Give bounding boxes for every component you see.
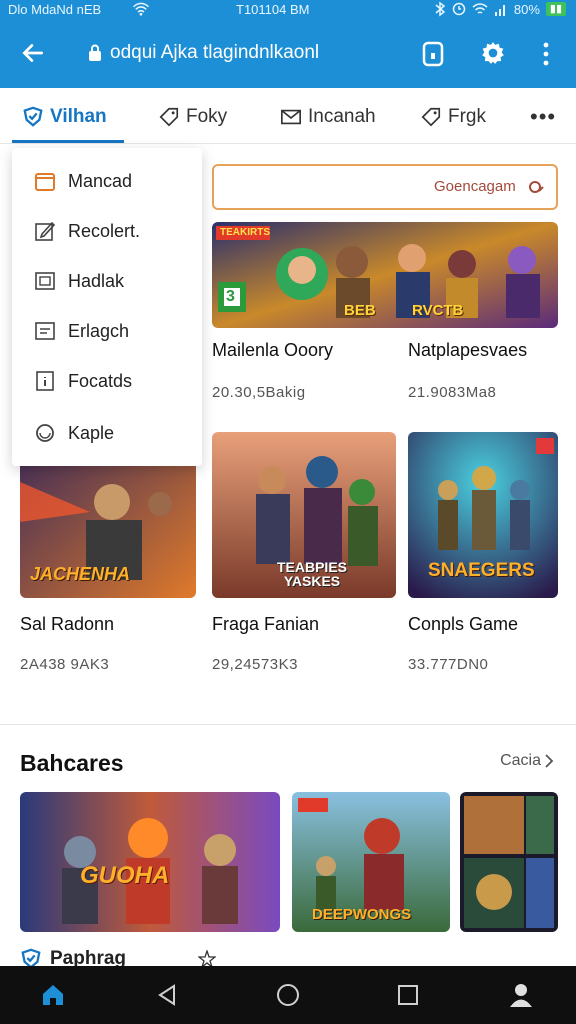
tab-incanah[interactable]: Incanah [280, 106, 376, 128]
section-art-image [460, 792, 558, 932]
menu-item-label: Hadlak [68, 270, 125, 291]
menu-item-erlagch[interactable]: Erlagch [12, 308, 202, 354]
battery-percent: 80% [513, 1, 540, 17]
menu-item-mancad[interactable]: Mancad [12, 158, 202, 204]
game-art-title: SNAEGERS [428, 560, 535, 581]
status-clock: T101104 BM [236, 2, 310, 17]
see-all-label: Cacia [500, 752, 541, 769]
menu-item-hadlak[interactable]: Hadlak [12, 258, 202, 304]
hero-game-art[interactable]: TEAKIRTS 3 [212, 222, 558, 328]
envelope-icon [281, 109, 301, 125]
menu-item-label: Erlagch [68, 320, 130, 341]
app-header: Dlo MdaNd nEB T101104 BM 80% ▮▮ odqui Aj… [0, 0, 576, 88]
section-title: Bahcares [20, 750, 124, 776]
game-meta: 29,24573K3 [212, 656, 298, 673]
tab-foky[interactable]: Foky [158, 106, 227, 128]
game-title[interactable]: Fraga Fanian [212, 614, 319, 635]
circle-icon [36, 424, 54, 442]
game-thumbnail[interactable]: SNAEGERS [408, 432, 558, 598]
game-meta: 33.777DN0 [408, 656, 489, 673]
game-thumbnail[interactable]: TEABPIES YASKES [212, 432, 396, 598]
game-meta: 21.9083Ma8 [408, 384, 497, 401]
tab-label: Vilhan [50, 106, 107, 127]
gear-icon[interactable] [480, 40, 506, 66]
tabs-more-icon[interactable]: ••• [530, 104, 556, 130]
hero-art-title-left: BEB [344, 302, 376, 319]
wifi-small-icon [472, 3, 488, 14]
menu-item-label: Mancad [68, 170, 133, 191]
menu-item-label: Recolert. [68, 220, 141, 241]
tab-vilhan[interactable]: Vilhan [22, 106, 107, 128]
shield-icon [23, 106, 43, 127]
menu-item-recolert[interactable]: Recolert. [12, 208, 202, 254]
see-all-link[interactable]: Cacia [500, 752, 554, 770]
game-title[interactable]: Conpls Game [408, 614, 518, 635]
menu-item-focatds[interactable]: Focatds [12, 358, 202, 404]
dropdown-menu: Mancad Recolert. Hadlak Erlagch Focatds … [12, 148, 202, 466]
status-carrier: Dlo MdaNd nEB [8, 2, 102, 17]
section-thumbnail[interactable]: DEEPWONGS [292, 792, 450, 932]
wifi-icon [132, 2, 150, 16]
section-thumbnail[interactable]: GUOHA [20, 792, 280, 932]
battery-icon: ▮▮ [545, 2, 566, 16]
recents-square-icon[interactable] [395, 982, 421, 1008]
chevron-right-icon [545, 754, 554, 768]
hero-age-rating: 3 [226, 288, 235, 305]
game-art-title: TEABPIES YASKES [276, 559, 347, 589]
game-title[interactable]: Natplapesvaes [408, 340, 527, 361]
image-icon [35, 272, 55, 290]
hero-art-title-right: RVCTB [412, 302, 464, 319]
tab-frgk[interactable]: Frgk [420, 106, 486, 128]
section-art-title: DEEPWONGS [312, 906, 412, 923]
game-meta: 20.30,5Bakig [212, 384, 306, 401]
active-tab-indicator [12, 140, 124, 143]
home-icon[interactable] [40, 982, 66, 1008]
tabs-icon[interactable] [422, 40, 444, 68]
menu-item-label: Kaple [68, 422, 115, 443]
game-meta: 2A438 9AK3 [20, 656, 110, 673]
hero-badge-text: TEAKIRTS [220, 227, 270, 238]
tab-label: Frgk [448, 106, 486, 127]
back-arrow-icon[interactable] [20, 40, 46, 66]
overflow-menu-icon[interactable] [542, 42, 550, 66]
bluetooth-icon [435, 1, 446, 17]
lock-icon [89, 44, 101, 61]
address-text: odqui Ajka tlagindnlkaonl [110, 42, 320, 63]
system-nav-bar [0, 966, 576, 1024]
search-icon[interactable] [526, 178, 544, 196]
section-divider [0, 724, 576, 725]
tag-icon [159, 107, 179, 127]
alarm-icon [452, 2, 466, 16]
game-title[interactable]: Sal Radonn [20, 614, 114, 635]
menu-item-label: Focatds [68, 370, 133, 391]
list-icon [35, 322, 55, 340]
menu-item-kaple[interactable]: Kaple [12, 410, 202, 456]
info-icon [36, 371, 54, 391]
profile-icon[interactable] [508, 982, 534, 1008]
section-thumbnail[interactable] [460, 792, 558, 932]
back-triangle-icon[interactable] [154, 982, 180, 1008]
app-bar: odqui Ajka tlagindnlkaonl [0, 30, 576, 80]
tab-label: Incanah [308, 106, 376, 127]
tag-icon [421, 107, 441, 127]
home-circle-icon[interactable] [275, 982, 301, 1008]
signal-icon [494, 5, 505, 16]
game-title[interactable]: Mailenla Ooory [212, 340, 333, 361]
tab-label: Foky [186, 106, 228, 127]
address-bar[interactable]: odqui Ajka tlagindnlkaonl [88, 42, 319, 64]
search-text: Goencagam [434, 178, 516, 195]
edit-icon [35, 221, 56, 241]
game-art-title: JACHENHA [30, 564, 131, 584]
section-art-title: GUOHA [80, 862, 170, 889]
search-input[interactable]: Goencagam [212, 164, 558, 210]
status-bar: Dlo MdaNd nEB T101104 BM 80% ▮▮ [0, 0, 576, 20]
folder-icon [35, 173, 55, 191]
category-tabs: Vilhan Foky Incanah Frgk ••• [0, 96, 576, 144]
